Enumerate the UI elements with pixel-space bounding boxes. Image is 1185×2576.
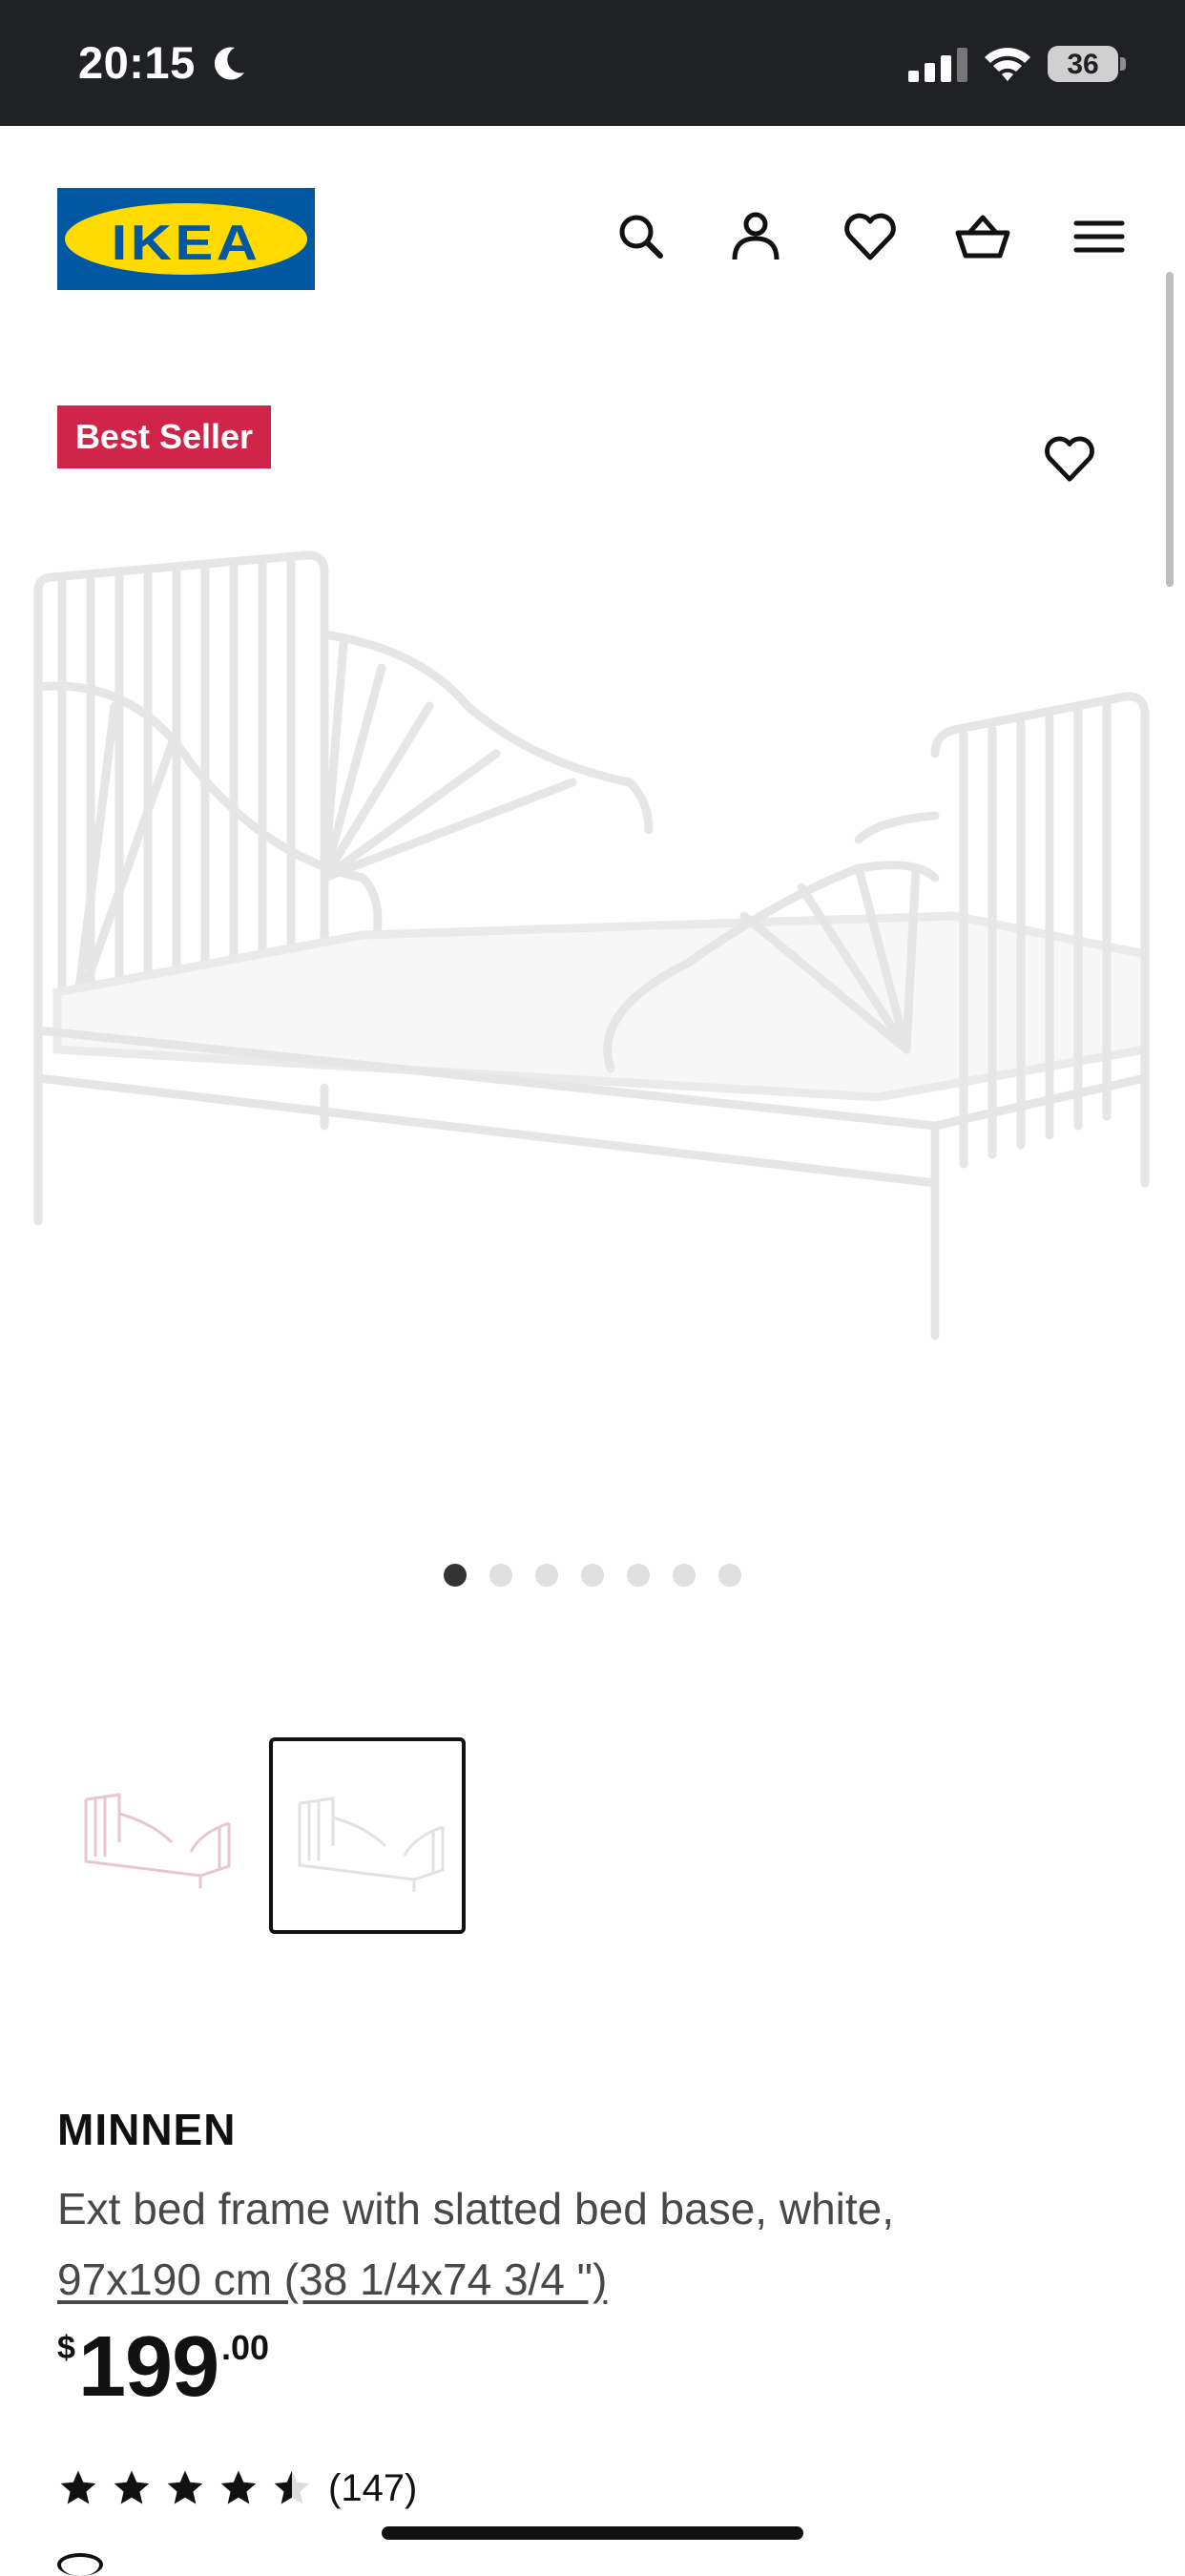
best-seller-badge: Best Seller	[57, 405, 271, 468]
moon-icon	[214, 47, 244, 80]
home-indicator[interactable]	[382, 2526, 803, 2540]
scrollbar[interactable]	[1166, 272, 1174, 587]
product-size-link[interactable]: 97x190 cm (38 1/4x74 3/4 ")	[57, 2254, 607, 2304]
carousel-dot[interactable]	[581, 1564, 604, 1587]
menu-icon[interactable]	[1071, 208, 1128, 265]
product-image[interactable]	[19, 515, 1164, 1355]
star-icon	[114, 2470, 150, 2504]
product-description-text: Ext bed frame with slatted bed base, whi…	[57, 2184, 895, 2233]
price-integer: 199	[78, 2319, 219, 2415]
search-icon[interactable]	[613, 208, 670, 265]
carousel-dot[interactable]	[718, 1564, 741, 1587]
heart-icon[interactable]	[1042, 431, 1097, 487]
product-name: MINNEN	[57, 2105, 237, 2154]
carousel-dot[interactable]	[489, 1564, 512, 1587]
carousel-dot[interactable]	[627, 1564, 650, 1587]
carousel-dot[interactable]	[673, 1564, 696, 1587]
battery-icon: 36	[1048, 46, 1126, 84]
account-icon[interactable]	[727, 208, 784, 265]
logo-text: IKEA	[111, 216, 261, 271]
heart-icon[interactable]	[842, 208, 899, 265]
white-bed-thumbnail[interactable]	[269, 1737, 466, 1934]
carousel-dot[interactable]	[444, 1564, 467, 1587]
white-bed-image	[298, 1797, 445, 1892]
status-bar: 20:15 36	[0, 0, 1185, 126]
product-description: Ext bed frame with slatted bed base, whi…	[57, 2173, 1126, 2315]
basket-icon[interactable]	[954, 208, 1011, 265]
pink-bed-thumbnail[interactable]	[59, 1737, 256, 1934]
half-star-icon	[274, 2470, 310, 2504]
pink-bed-image	[84, 1793, 231, 1888]
carousel-pagination[interactable]	[439, 1563, 754, 1588]
ikea-logo[interactable]: IKEA	[57, 188, 315, 290]
price-decimal: .00	[221, 2328, 270, 2367]
battery-level: 36	[1067, 49, 1099, 80]
price-currency: $	[57, 2330, 75, 2366]
review-count[interactable]: (147)	[328, 2467, 417, 2510]
status-time: 20:15	[78, 37, 196, 88]
star-icon	[60, 2470, 96, 2504]
star-icon	[167, 2470, 203, 2504]
site-header: IKEA	[0, 126, 1185, 364]
star-icon	[220, 2470, 257, 2504]
wifi-icon	[985, 48, 1030, 81]
partial-icon	[57, 2553, 103, 2576]
carousel-dot[interactable]	[535, 1564, 558, 1587]
signal-icon	[908, 48, 967, 82]
